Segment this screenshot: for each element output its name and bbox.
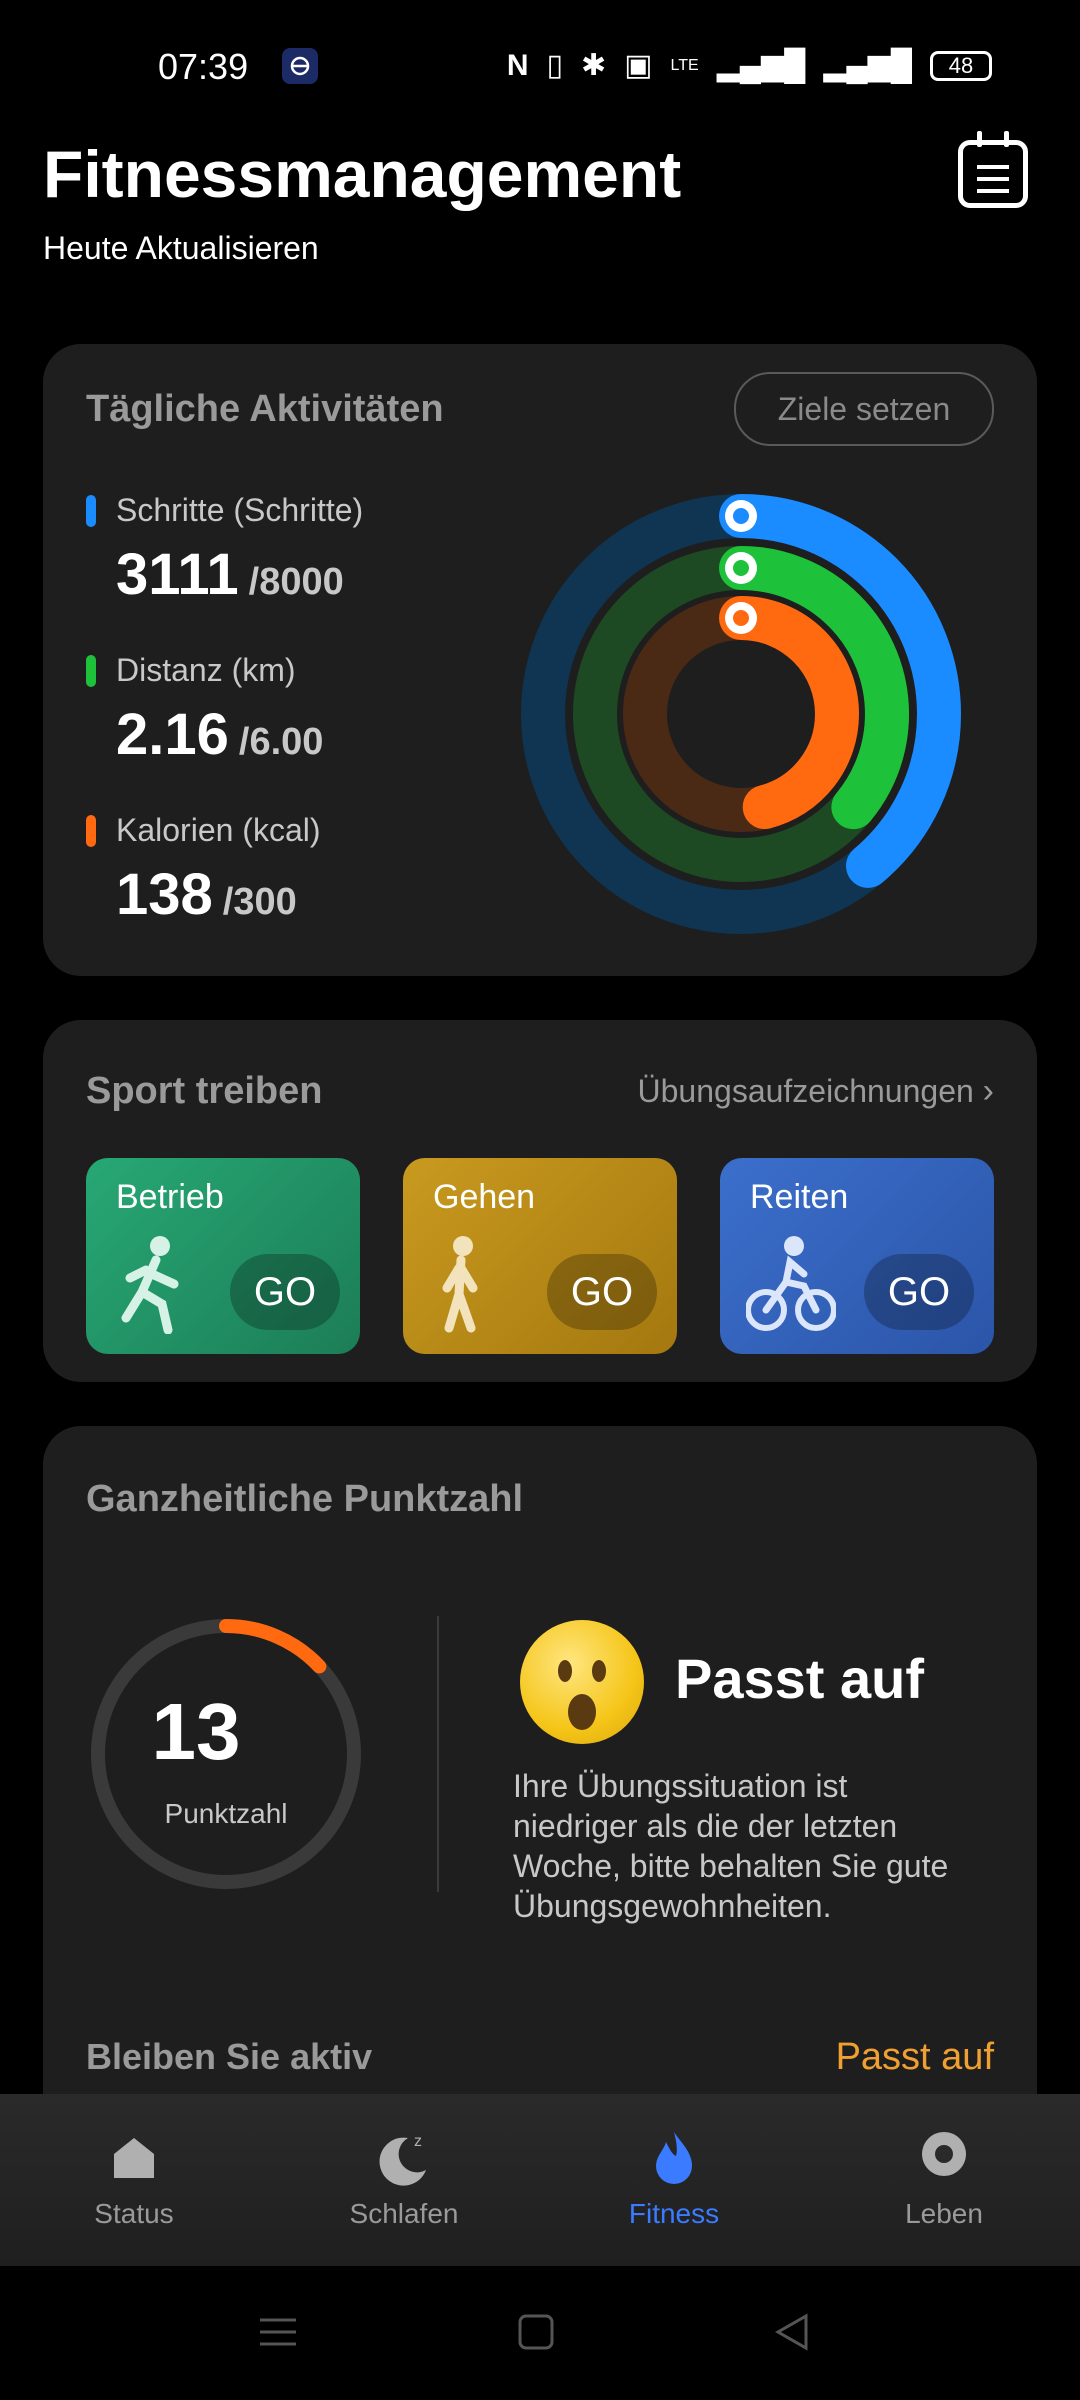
calories-goal: /300 xyxy=(222,881,297,923)
steps-label: Schritte (Schritte) xyxy=(116,492,364,528)
calories-label: Kalorien (kcal) xyxy=(116,812,321,848)
activity-rings xyxy=(521,494,961,934)
calories-value: 138 xyxy=(116,862,213,927)
running-icon xyxy=(121,1236,179,1334)
nfc-icon: N xyxy=(506,48,529,82)
moon-icon: z xyxy=(379,2133,426,2186)
calories-ring-icon-dot xyxy=(733,610,749,626)
distance-label: Distanz (km) xyxy=(116,652,296,688)
overall-score-card[interactable]: Ganzheitliche Punktzahl 13 Punktzahl Pas… xyxy=(43,1426,1037,2146)
distance-goal: /6.00 xyxy=(238,721,324,763)
menu-icon[interactable] xyxy=(258,2312,298,2352)
app-notification-icon xyxy=(282,48,318,84)
back-icon[interactable] xyxy=(772,2312,812,2352)
nav-status[interactable]: Status xyxy=(34,2128,234,2230)
system-navigation xyxy=(0,2266,1080,2400)
signal-icon: ▂▄▆█ xyxy=(716,49,806,82)
calories-metric: Kalorien (kcal) 138/300 xyxy=(86,812,321,928)
calories-color-bar xyxy=(86,814,96,847)
score-label: Punktzahl xyxy=(164,1798,288,1829)
flame-icon xyxy=(656,2132,692,2184)
stay-active-value: Passt auf xyxy=(835,2036,994,2078)
sport-run-go-button[interactable]: GO xyxy=(230,1254,340,1330)
daily-activities-title: Tägliche Aktivitäten xyxy=(86,388,444,430)
sport-title: Sport treiben xyxy=(86,1070,323,1112)
daily-activities-card[interactable]: Tägliche Aktivitäten Ziele setzen Schrit… xyxy=(43,344,1037,976)
sport-walk-go-button[interactable]: GO xyxy=(547,1254,657,1330)
distance-metric: Distanz (km) 2.16/6.00 xyxy=(86,652,323,768)
steps-metric: Schritte (Schritte) 3111/8000 xyxy=(86,492,363,608)
home-icon xyxy=(114,2138,154,2178)
nav-life[interactable]: Leben xyxy=(844,2128,1044,2230)
sport-cycle-go-button[interactable]: GO xyxy=(864,1254,974,1330)
network-label: LTE xyxy=(670,56,699,74)
briefcase-icon: ▣ xyxy=(624,49,653,82)
nav-fitness[interactable]: Fitness xyxy=(574,2128,774,2230)
nav-sleep[interactable]: z Schlafen xyxy=(304,2128,504,2230)
home-button-icon[interactable] xyxy=(516,2312,556,2352)
sport-cycle-label: Reiten xyxy=(750,1178,849,1216)
score-value: 13 xyxy=(151,1687,241,1776)
sport-card: Sport treiben Übungsaufzeichnungen › Bet… xyxy=(43,1020,1037,1382)
svg-text:z: z xyxy=(414,2133,422,2150)
nav-fitness-label: Fitness xyxy=(628,2198,720,2229)
exercise-records-link[interactable]: Übungsaufzeichnungen › xyxy=(638,1072,994,1111)
score-message: Ihre Übungssituation ist niedriger als d… xyxy=(513,1768,949,1924)
steps-value: 3111 xyxy=(116,542,239,607)
battery-level: 48 xyxy=(948,52,974,78)
steps-color-bar xyxy=(86,494,96,527)
location-icon xyxy=(922,2132,966,2176)
score-status: Passt auf xyxy=(675,1647,924,1710)
steps-ring-icon-dot xyxy=(733,508,749,524)
calendar-icon[interactable] xyxy=(958,131,1028,208)
page-subtitle[interactable]: Heute Aktualisieren xyxy=(43,230,319,267)
battery-icon: 48 xyxy=(930,50,992,81)
distance-value: 2.16 xyxy=(116,702,229,767)
sport-run-label: Betrieb xyxy=(116,1178,224,1216)
chevron-right-icon: › xyxy=(982,1072,994,1110)
nav-status-label: Status xyxy=(94,2198,174,2229)
sport-walk-tile[interactable]: Gehen GO xyxy=(403,1158,677,1354)
stay-active-label: Bleiben Sie aktiv xyxy=(86,2036,373,2077)
distance-color-bar xyxy=(86,654,96,687)
bottom-navigation: Status z Schlafen Fitness Leben xyxy=(0,2094,1080,2266)
exercise-records-label: Übungsaufzeichnungen xyxy=(637,1073,974,1109)
overall-score-title: Ganzheitliche Punktzahl xyxy=(86,1478,524,1520)
vibrate-icon: ▯ xyxy=(546,49,564,82)
set-goals-button[interactable]: Ziele setzen xyxy=(734,372,994,446)
nav-life-label: Leben xyxy=(905,2198,983,2229)
signal-icon-2: ▂▄▆█ xyxy=(823,49,912,82)
status-icons: N ▯ ✱ ▣ LTE ▂▄▆█ ▂▄▆█ 48 xyxy=(507,48,992,83)
surprised-face-icon xyxy=(520,1620,644,1744)
steps-goal: /8000 xyxy=(248,561,344,603)
nav-sleep-label: Schlafen xyxy=(349,2198,459,2229)
bluetooth-icon: ✱ xyxy=(581,49,607,82)
distance-ring-icon-dot xyxy=(733,560,749,576)
divider xyxy=(437,1616,439,1892)
walking-icon xyxy=(442,1236,478,1333)
cycling-icon xyxy=(746,1236,836,1331)
sport-run-tile[interactable]: Betrieb GO xyxy=(86,1158,360,1354)
status-time: 07:39 xyxy=(158,46,249,87)
sport-cycle-tile[interactable]: Reiten GO xyxy=(720,1158,994,1354)
sport-walk-label: Gehen xyxy=(433,1178,536,1216)
page-title: Fitnessmanagement xyxy=(43,137,682,211)
